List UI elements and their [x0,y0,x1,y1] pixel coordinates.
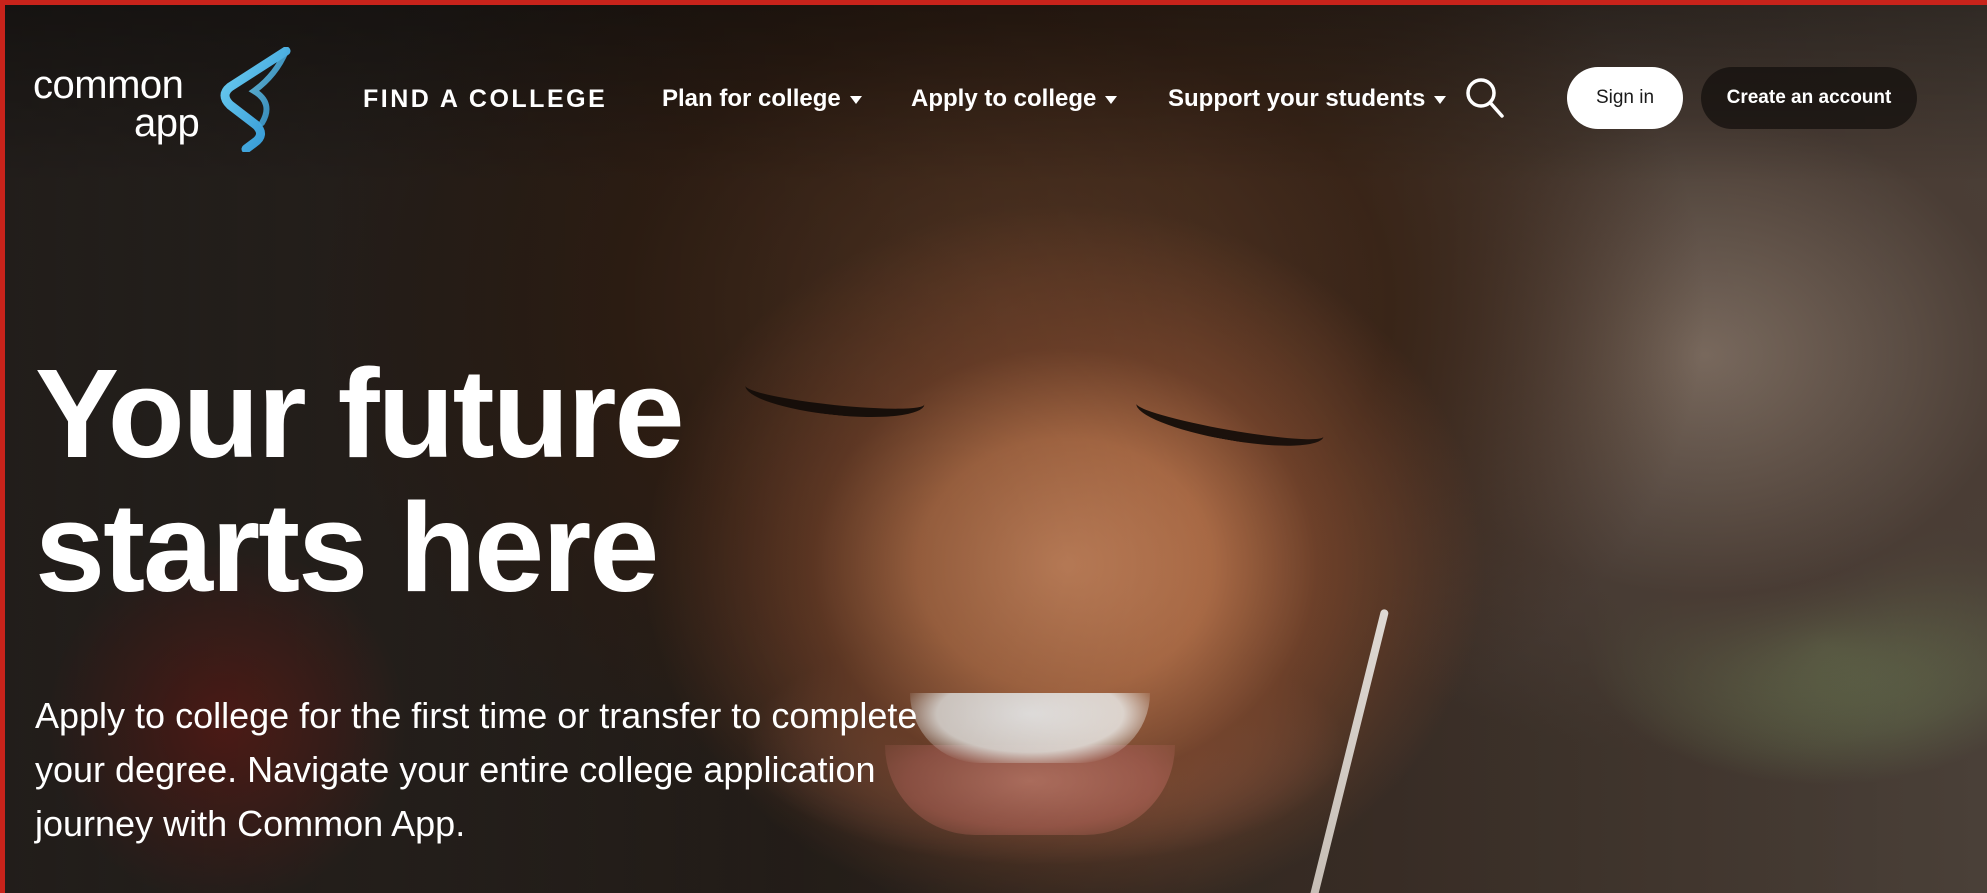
hero-headline-line1: Your future [35,343,685,484]
nav-plan-for-college[interactable]: Plan for college [662,85,862,113]
nav-item-label: Plan for college [662,85,841,112]
nav-item-label: Apply to college [911,85,1097,112]
nav-apply-to-college[interactable]: Apply to college [911,85,1118,113]
logo-mark-icon [220,47,291,152]
chevron-down-icon [1434,96,1447,104]
chevron-down-icon [849,96,862,104]
search-button[interactable] [1464,76,1506,120]
nav-find-a-college[interactable]: FIND A COLLEGE [363,85,607,114]
logo-text-line1: common [33,63,184,107]
logo-text-line2: app [134,101,200,145]
browser-frame: common app FIND A COLLEGE Plan for colle… [0,0,1987,893]
nav-item-label: Support your students [1168,85,1426,112]
search-icon [1466,78,1504,118]
hero-headline-line2: starts here [35,477,659,618]
hero-headline: Your future starts here [35,347,685,618]
sign-in-button[interactable]: Sign in [1567,67,1683,129]
hero-subtext: Apply to college for the first time or t… [35,695,918,844]
chevron-down-icon [1105,96,1118,104]
site-header: common app FIND A COLLEGE Plan for colle… [5,5,1987,195]
nav-support-your-students[interactable]: Support your students [1168,85,1447,113]
create-account-button[interactable]: Create an account [1701,67,1917,129]
common-app-logo[interactable]: common app [33,47,298,152]
